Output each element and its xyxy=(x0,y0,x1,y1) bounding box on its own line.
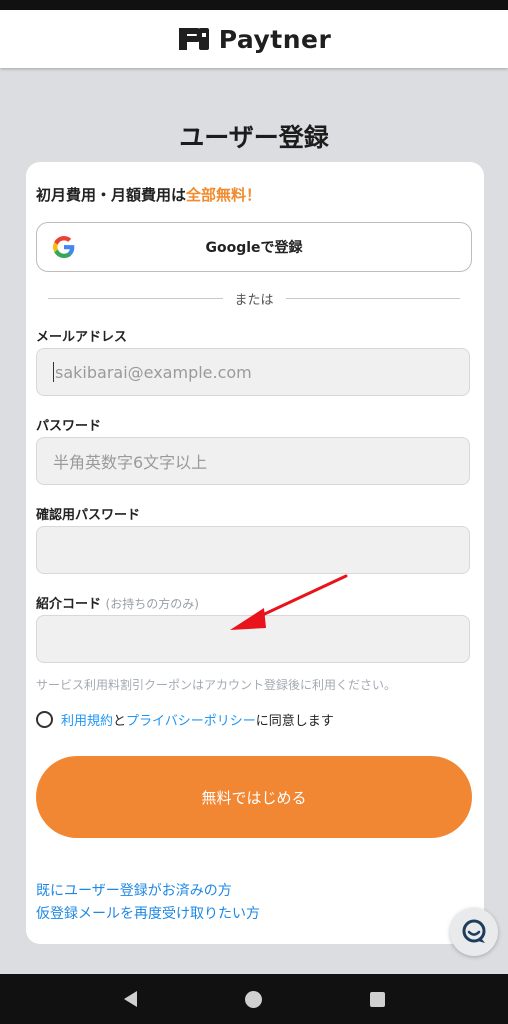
email-field[interactable]: sakibarai@example.com xyxy=(36,348,470,396)
resend-email-link[interactable]: 仮登録メールを再度受け取りたい方 xyxy=(36,903,260,923)
agreement-and: と xyxy=(113,714,127,729)
home-icon[interactable] xyxy=(244,990,262,1008)
divider-text: または xyxy=(234,292,274,308)
password-label: パスワード xyxy=(36,419,102,434)
annotation-arrow-icon xyxy=(230,574,348,630)
logo[interactable]: Paytner xyxy=(177,25,332,54)
back-icon[interactable] xyxy=(123,991,137,1007)
google-icon xyxy=(53,236,75,258)
confirm-password-label: 確認用パスワード xyxy=(36,508,141,523)
password-placeholder: 半角英数字6文字以上 xyxy=(53,453,208,472)
divider-line-left xyxy=(48,297,223,299)
registration-card: 初月費用・月額費用は全部無料！ Googleで登録 または メールアドレス sa… xyxy=(26,162,484,944)
system-nav-bar xyxy=(0,974,508,1024)
text-caret xyxy=(53,362,54,382)
referral-code-label: 紹介コード (お持ちの方のみ) xyxy=(36,593,199,612)
page-title: ユーザー登録 xyxy=(179,123,329,152)
confirm-password-field[interactable] xyxy=(36,526,470,574)
referral-code-label-text: 紹介コード xyxy=(36,597,102,612)
app-header: Paytner xyxy=(0,10,508,68)
coupon-note: サービス利用料割引クーポンはアカウント登録後に利用ください。 xyxy=(36,678,397,692)
or-divider: または xyxy=(48,288,461,308)
privacy-policy-link[interactable]: プライバシーポリシー xyxy=(126,714,256,729)
promo-accent: 全部無料！ xyxy=(186,186,262,204)
password-field[interactable]: 半角英数字6文字以上 xyxy=(36,437,470,485)
agreement-row: 利用規約とプライバシーポリシーに同意します xyxy=(36,710,334,729)
google-signup-label: Googleで登録 xyxy=(205,240,303,256)
email-placeholder: sakibarai@example.com xyxy=(55,362,252,382)
agreement-text: 利用規約とプライバシーポリシーに同意します xyxy=(61,710,334,729)
referral-code-hint: (お持ちの方のみ) xyxy=(105,597,199,611)
already-registered-link[interactable]: 既にユーザー登録がお済みの方 xyxy=(36,880,232,900)
agreement-checkbox[interactable] xyxy=(36,711,53,728)
email-label: メールアドレス xyxy=(36,330,128,345)
app-name: Paytner xyxy=(218,24,332,54)
chat-bubble-icon xyxy=(462,919,486,943)
promo-text: 初月費用・月額費用は全部無料！ xyxy=(36,184,261,205)
chat-support-button[interactable] xyxy=(450,908,498,956)
promo-main: 初月費用・月額費用は xyxy=(36,186,187,204)
google-signup-button[interactable]: Googleで登録 xyxy=(36,222,472,272)
recent-apps-icon[interactable] xyxy=(369,991,385,1007)
terms-link[interactable]: 利用規約 xyxy=(61,714,113,729)
divider-line-right xyxy=(285,297,461,299)
start-free-button[interactable]: 無料ではじめる xyxy=(36,756,472,838)
paytner-logo-icon xyxy=(178,28,209,50)
status-bar xyxy=(0,0,508,10)
agreement-suffix: に同意します xyxy=(255,714,334,729)
